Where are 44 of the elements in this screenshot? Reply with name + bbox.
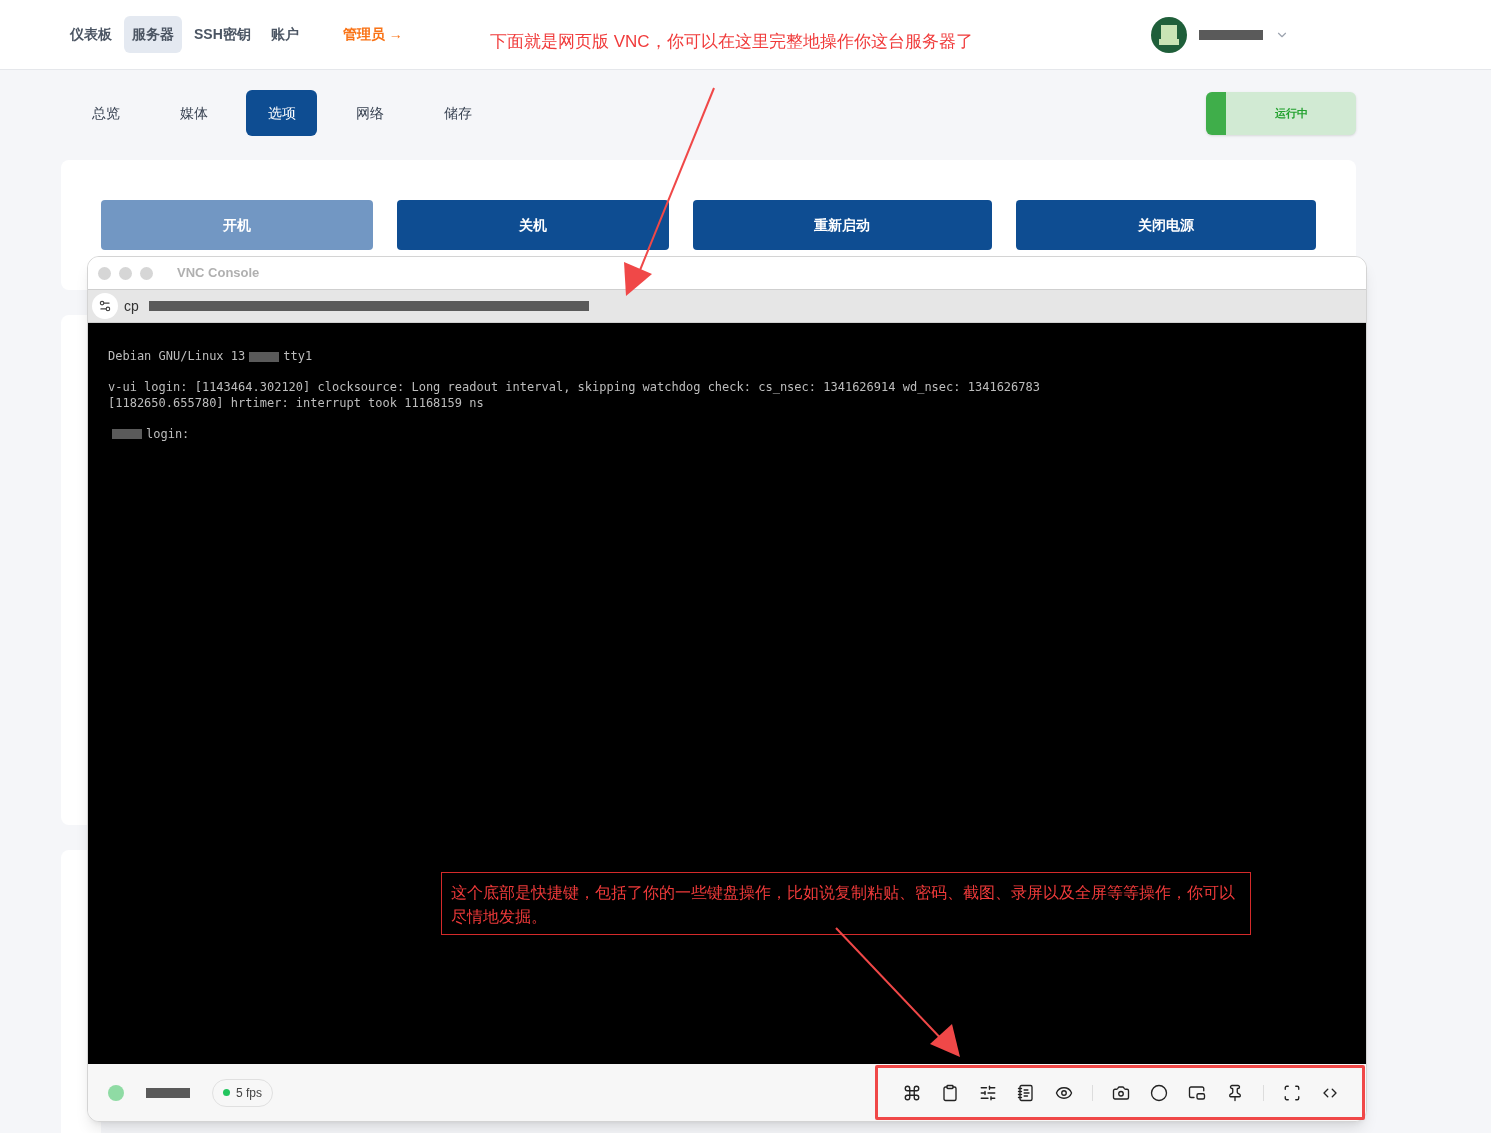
avatar[interactable] (1151, 16, 1187, 53)
connection-icon (108, 1084, 124, 1101)
settings-icon (98, 299, 112, 313)
nav-item[interactable]: SSH密钥 (186, 16, 259, 53)
redaction-block (112, 429, 142, 440)
nav-item[interactable]: 服务器 (124, 16, 182, 53)
power-button[interactable]: 关机 (396, 200, 669, 250)
nav-item[interactable]: 账户 (262, 16, 307, 53)
terminal-line: [1182650.655780] hrtimer: interrupt took 11168159 ns (108, 395, 484, 410)
nav-item[interactable]: 仪表板 (62, 16, 120, 53)
fps-label: 5 fps (236, 1084, 262, 1102)
redaction-block (249, 351, 280, 362)
notes-button[interactable] (1016, 1082, 1036, 1103)
tab[interactable]: 储存 (422, 90, 493, 136)
annotation-text: 这个底部是快捷键，包括了你的一些键盘操作，比如说复制粘贴、密码、截图、录屏以及全屏等等操作，你可以尽情地发掘。 (451, 884, 1235, 925)
picture-in-picture-icon (1188, 1083, 1206, 1102)
tab[interactable]: 选项 (246, 90, 317, 136)
power-button[interactable]: 重新启动 (692, 200, 993, 250)
redaction-block (146, 1087, 190, 1098)
camera-icon (1112, 1083, 1130, 1102)
clipboard-icon (941, 1083, 959, 1102)
terminal-line: login: (146, 426, 190, 442)
window-title: VNC Console (177, 264, 260, 283)
tab[interactable]: 媒体 (158, 90, 229, 136)
settings-button[interactable] (92, 293, 118, 319)
clipboard-button[interactable] (940, 1082, 960, 1103)
terminal-line: Debian GNU/Linux 13 (108, 349, 246, 365)
status-stripe (1206, 91, 1226, 135)
address-text: cp (124, 296, 139, 316)
terminal-line: v-ui login: [1143464.302120] clocksource: Long readout interval, skipping watchdog check: cs_nsec: 1341626914 wd_nsec: 1341626783 (108, 380, 1040, 394)
pin-icon (1226, 1083, 1244, 1102)
tab[interactable]: 网络 (334, 90, 405, 136)
tab[interactable]: 总览 (70, 90, 141, 136)
power-button[interactable]: 关闭电源 (1016, 200, 1316, 250)
sliders-icon (979, 1083, 997, 1102)
notes-icon (1017, 1083, 1035, 1102)
annotation-text: 下面就是网页版 VNC，你可以在这里完整地操作你这台服务器了 (490, 31, 973, 53)
record-button[interactable] (1149, 1082, 1169, 1103)
command-icon (903, 1083, 921, 1102)
fullscreen-icon (1283, 1083, 1301, 1102)
status-label: 运行中 (1273, 105, 1309, 121)
terminal-line: tty1 (283, 349, 313, 365)
redaction-block (1199, 29, 1263, 40)
record-icon (1150, 1083, 1168, 1102)
